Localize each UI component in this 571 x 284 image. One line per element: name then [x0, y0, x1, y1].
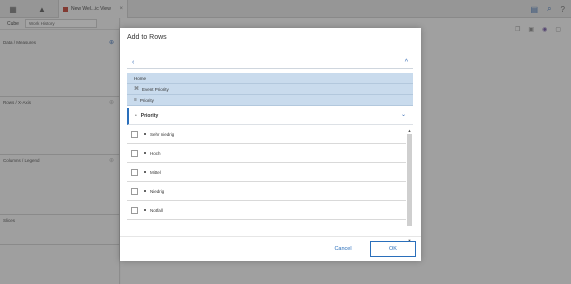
- bullet-icon: [144, 133, 146, 135]
- dialog-title: Add to Rows: [127, 34, 167, 41]
- list-item[interactable]: Niedrig: [127, 182, 406, 201]
- hierarchy-icon: ⌘: [134, 86, 139, 92]
- breadcrumb-label: Home: [134, 75, 147, 81]
- priority-group-header[interactable]: • Priority ⌄: [127, 108, 413, 125]
- add-to-rows-dialog: Add to Rows ‹ ^ Home ⌘ Event Priority ≡ …: [120, 28, 421, 261]
- group-label: Priority: [140, 113, 159, 119]
- checkbox[interactable]: [131, 206, 138, 214]
- collapse-icon[interactable]: ^: [405, 59, 408, 66]
- item-label: Hoch: [150, 150, 161, 156]
- breadcrumb-label: Priority: [139, 97, 154, 103]
- list-item[interactable]: Hoch: [127, 144, 406, 163]
- breadcrumb-event-priority[interactable]: ⌘ Event Priority: [127, 84, 413, 95]
- checkbox[interactable]: [131, 187, 138, 195]
- checkbox[interactable]: [131, 168, 138, 176]
- cancel-button[interactable]: Cancel: [326, 242, 360, 256]
- checkbox[interactable]: [131, 149, 138, 157]
- breadcrumb-priority[interactable]: ≡ Priority: [127, 95, 413, 106]
- member-list: Sehr niedrig Hoch Mittel Niedrig Notfall: [127, 125, 406, 244]
- navigation-row: ‹ ^: [127, 57, 413, 69]
- bullet-icon: [144, 209, 146, 211]
- ok-button[interactable]: OK: [370, 241, 416, 257]
- bullet-icon: [144, 171, 146, 173]
- list-item[interactable]: Notfall: [127, 201, 406, 220]
- list-scrollbar[interactable]: ▲ ▼: [406, 128, 413, 244]
- breadcrumb-home[interactable]: Home: [127, 73, 413, 84]
- scroll-up-icon[interactable]: ▲: [406, 128, 413, 133]
- item-label: Niedrig: [150, 188, 165, 194]
- breadcrumb-label: Event Priority: [142, 86, 169, 92]
- item-label: Mittel: [150, 169, 161, 175]
- scrollbar-thumb[interactable]: [407, 134, 412, 226]
- bullet-icon: [144, 190, 146, 192]
- item-label: Sehr niedrig: [150, 131, 175, 137]
- bullet-icon: [144, 152, 146, 154]
- checkbox[interactable]: [131, 130, 138, 138]
- item-label: Notfall: [150, 207, 163, 213]
- list-item[interactable]: Mittel: [127, 163, 406, 182]
- dialog-divider: [120, 236, 421, 237]
- bullet-icon: •: [135, 113, 137, 119]
- level-icon: ≡: [134, 97, 137, 103]
- back-icon[interactable]: ‹: [132, 59, 134, 66]
- list-item[interactable]: Sehr niedrig: [127, 125, 406, 144]
- chevron-down-icon[interactable]: ⌄: [401, 111, 406, 118]
